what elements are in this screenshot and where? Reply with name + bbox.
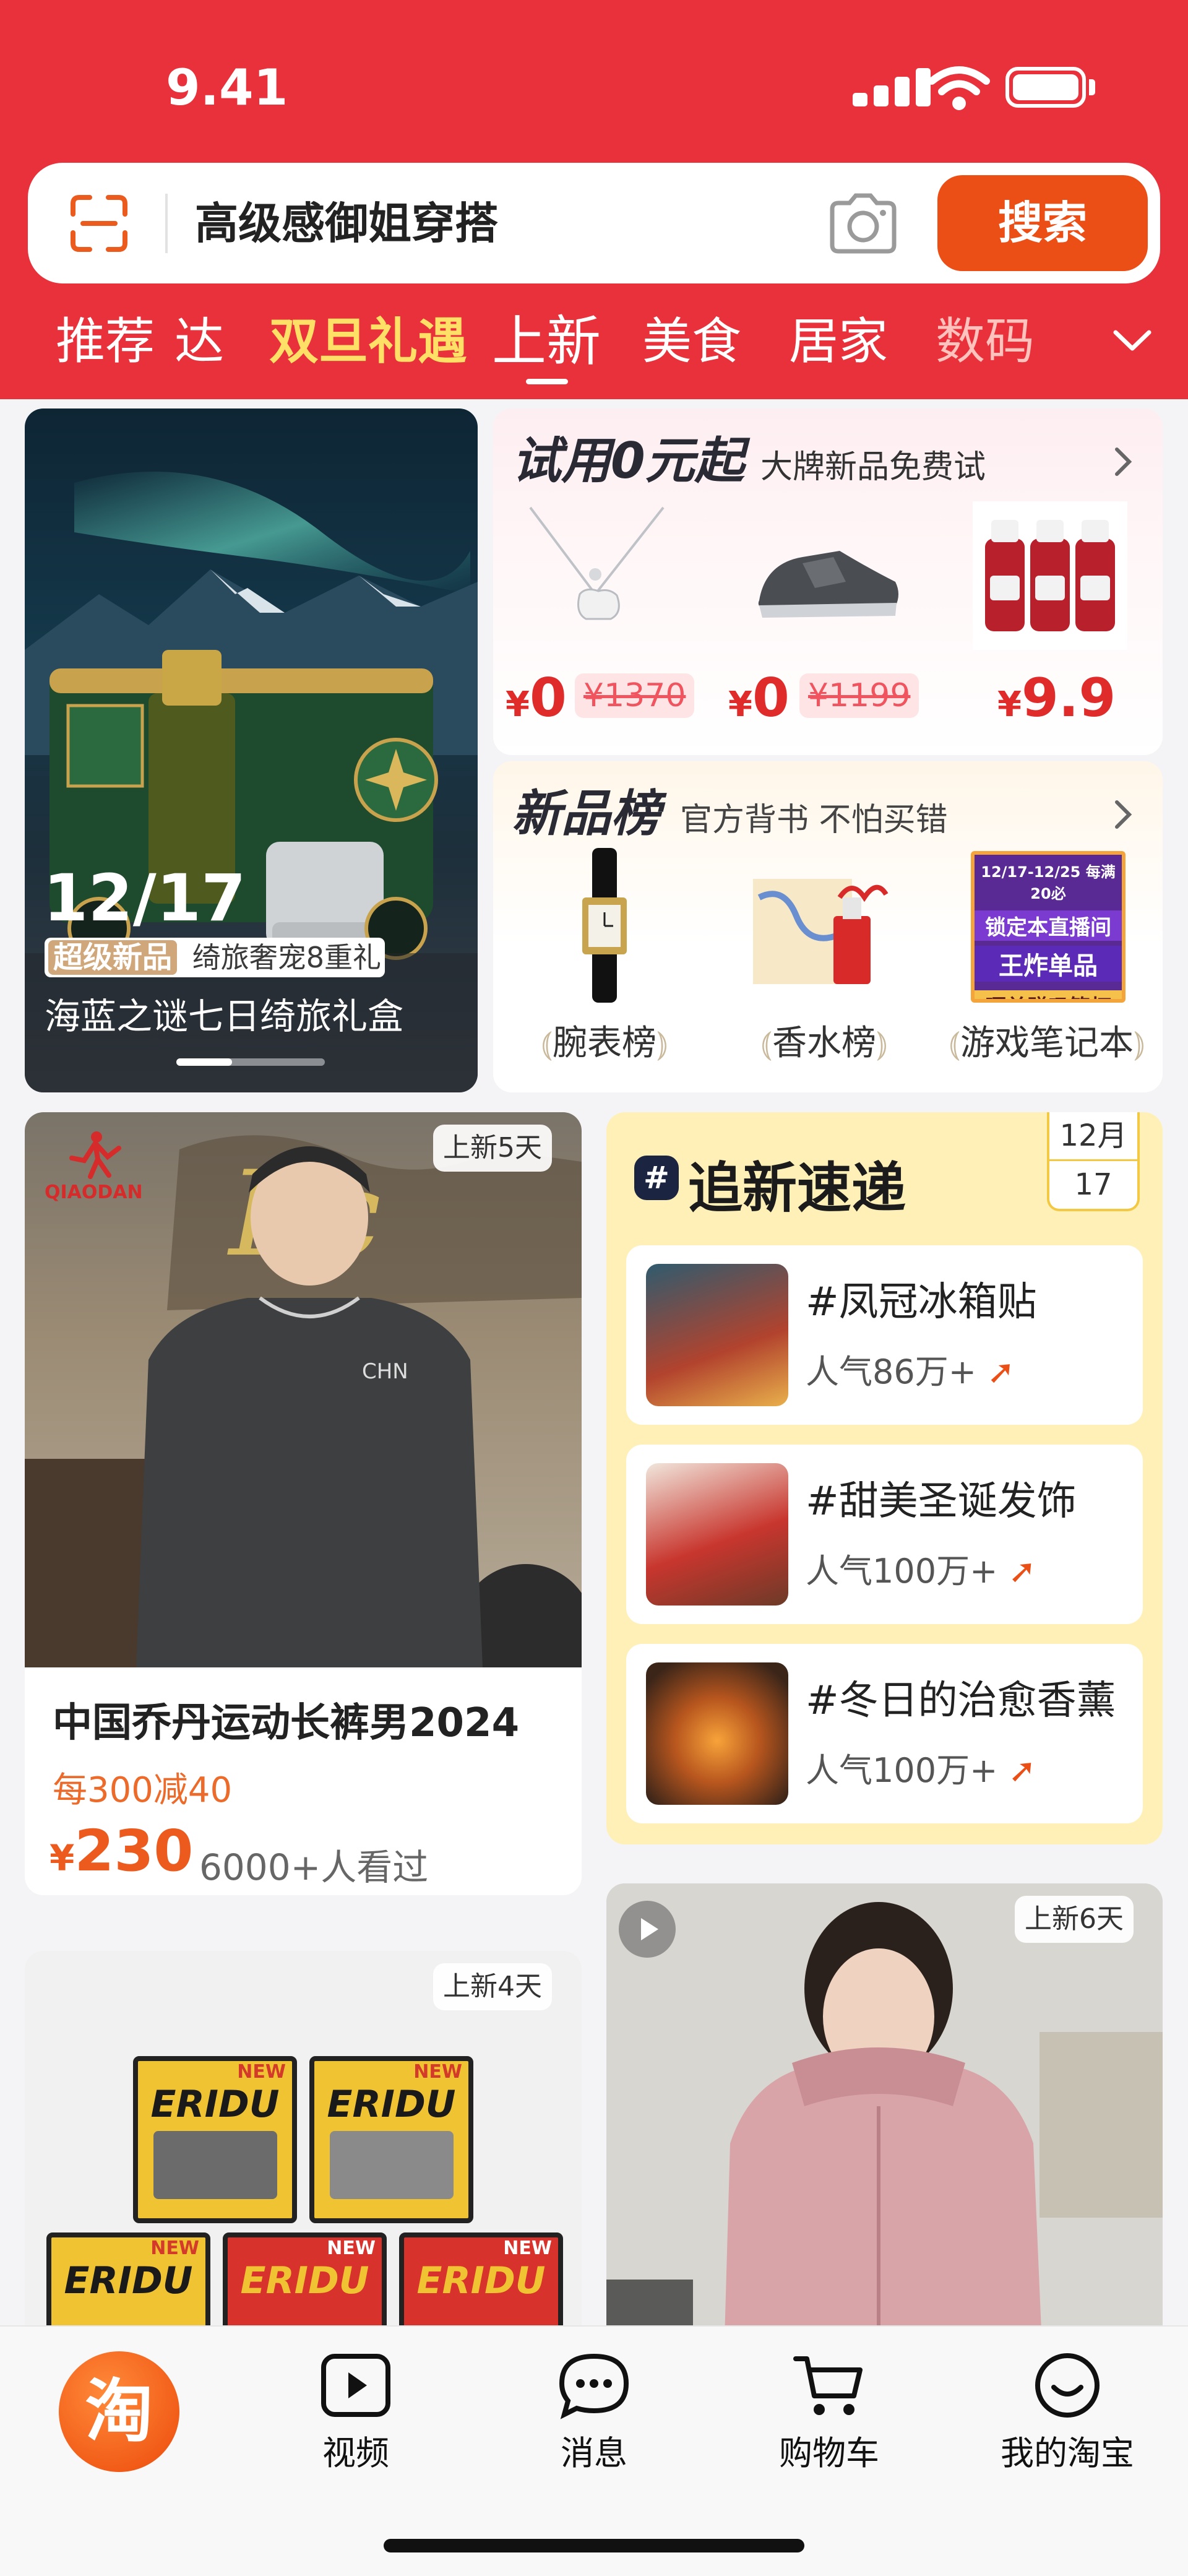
trial-title: 试用0元起 <box>512 432 744 490</box>
battery-tip <box>1089 79 1095 95</box>
christmas-hairpin-image <box>646 1463 788 1606</box>
fridge-magnet-image <box>646 1264 788 1406</box>
nav-video[interactable]: 视频 <box>291 2351 421 2474</box>
trial-price-3: ¥9.9 <box>997 667 1116 729</box>
fresh-item[interactable]: #甜美圣诞发饰 人气100万+ ➚ <box>626 1445 1143 1624</box>
fresh-item[interactable]: #凤冠冰箱贴 人气86万+ ➚ <box>626 1245 1143 1425</box>
ranking-title: 新品榜 <box>512 785 660 842</box>
svg-text:CHN: CHN <box>362 1359 408 1384</box>
necklace-image <box>529 506 665 620</box>
tab-da[interactable]: 达 <box>174 308 224 376</box>
banner-carousel[interactable]: 12/17 超级新品 绮旅奢宠8重礼 海蓝之谜七日绮旅礼盒 <box>25 408 478 1092</box>
trial-card[interactable]: 试用0元起 大牌新品免费试 ¥0 ¥1370 ¥0 ¥1199 ¥9.9 <box>493 408 1163 755</box>
camera-icon[interactable] <box>826 191 900 256</box>
play-icon[interactable] <box>619 1901 676 1958</box>
product-card-qiaodan[interactable]: Bc CHN QIAODAN 上新5天 中国乔丹运动长裤男2024 每300减4… <box>25 1112 582 1895</box>
nav-message[interactable]: 消息 <box>529 2351 659 2474</box>
nav-video-label: 视频 <box>322 2434 389 2473</box>
tab-digital[interactable]: 数码 <box>936 308 1035 376</box>
rank-perfume-label[interactable]: ⦅香水榜⦆ <box>750 1015 898 1065</box>
nav-cart-label: 购物车 <box>779 2434 879 2473</box>
home-icon[interactable]: 淘 <box>59 2351 179 2472</box>
product-price: ¥230 <box>50 1818 194 1884</box>
tab-food[interactable]: 美食 <box>642 308 741 376</box>
nav-mine[interactable]: 我的淘宝 <box>990 2351 1145 2474</box>
new-days-badge: 上新6天 <box>1015 1896 1134 1943</box>
cart-icon <box>793 2356 863 2415</box>
product-promo: 每300减40 <box>53 1770 233 1810</box>
carousel-indicator <box>176 1058 325 1066</box>
trial-subtitle: 大牌新品免费试 <box>760 449 986 486</box>
ranking-card[interactable]: 新品榜 官方背书 不怕买错 12/17-12/25 每满20必 锁定本直播间 王… <box>493 761 1163 1092</box>
taobao-home-screen: 9.41 高级感御姐穿搭 搜索 推荐 达 双旦礼遇 上新 美食 居家 数码 12… <box>0 0 1188 2576</box>
header: 9.41 高级感御姐穿搭 搜索 推荐 达 双旦礼遇 上新 美食 居家 数码 <box>0 0 1188 399</box>
trial-original-price-1: ¥1370 <box>575 673 695 718</box>
tab-home[interactable]: 居家 <box>789 308 888 376</box>
fresh-item-name: #冬日的治愈香薰 <box>806 1678 1116 1724</box>
product-views: 6000+人看过 <box>199 1846 429 1888</box>
chevron-right-icon[interactable] <box>1111 797 1135 832</box>
message-icon <box>559 2353 629 2419</box>
banner-tag-label: 超级新品 <box>48 940 178 975</box>
wifi-icon <box>928 66 990 110</box>
tab-new-arrivals[interactable]: 上新 <box>492 308 601 376</box>
rank-watch-label[interactable]: ⦅腕表榜⦆ <box>530 1015 679 1065</box>
trial-original-price-2: ¥1199 <box>799 673 919 718</box>
nav-message-label: 消息 <box>561 2434 627 2473</box>
search-bar[interactable]: 高级感御姐穿搭 搜索 <box>28 163 1160 283</box>
fresh-item-hot: 人气100万+ ➚ <box>806 1751 1036 1790</box>
fresh-item-hot: 人气86万+ ➚ <box>806 1352 1015 1391</box>
banner-tag-desc: 绮旅奢宠8重礼 <box>192 941 382 974</box>
fresh-title: 追新速递 <box>688 1156 906 1220</box>
status-time: 9.41 <box>166 59 288 116</box>
new-days-badge: 上新4天 <box>433 1963 552 2010</box>
search-button[interactable]: 搜索 <box>937 175 1148 271</box>
tab-holiday-gifts[interactable]: 双旦礼遇 <box>269 308 467 376</box>
rank-laptop-label[interactable]: ⦅游戏笔记本⦆ <box>936 1015 1158 1065</box>
nav-mine-label: 我的淘宝 <box>1001 2434 1134 2473</box>
search-divider <box>165 194 168 253</box>
product-title: 中国乔丹运动长裤男2024 <box>53 1700 520 1746</box>
tab-recommend[interactable]: 推荐 <box>56 308 155 376</box>
date-badge: 12月 17 <box>1047 1112 1140 1211</box>
trial-price-1: ¥0 <box>506 667 567 729</box>
home-indicator <box>384 2539 804 2552</box>
fresh-item-name: #甜美圣诞发饰 <box>806 1479 1077 1524</box>
juice-bottles-image <box>973 501 1127 650</box>
new-days-badge: 上新5天 <box>433 1125 552 1172</box>
search-input[interactable]: 高级感御姐穿搭 <box>195 197 498 250</box>
bottom-nav: 淘 视频 消息 购物车 我的淘宝 <box>0 2325 1188 2576</box>
trial-price-2: ¥0 <box>728 667 790 729</box>
watch-image <box>582 848 627 1003</box>
sneaker-image <box>758 551 898 618</box>
banner-tag: 超级新品 绮旅奢宠8重礼 <box>45 938 385 977</box>
gaming-laptop-poster: 12/17-12/25 每满20必 锁定本直播间 王炸单品 晒单赠吸管杯 <box>971 851 1126 1003</box>
perfume-gift-image <box>753 879 889 984</box>
banner-title: 海蓝之谜七日绮旅礼盒 <box>45 995 404 1037</box>
chevron-down-icon[interactable] <box>1111 325 1154 356</box>
banner-date: 12/17 <box>43 860 246 936</box>
fresh-delivery-card[interactable]: # 追新速递 12月 17 #凤冠冰箱贴 人气86万+ ➚ #甜美圣诞发饰 人气… <box>606 1112 1163 1844</box>
active-tab-indicator <box>526 379 568 384</box>
fresh-item-name: #凤冠冰箱贴 <box>806 1279 1037 1325</box>
scan-icon[interactable] <box>68 192 130 254</box>
nav-cart[interactable]: 购物车 <box>764 2351 894 2474</box>
video-icon <box>321 2354 390 2417</box>
fresh-item[interactable]: #冬日的治愈香薰 人气100万+ ➚ <box>626 1644 1143 1823</box>
profile-icon <box>1035 2353 1100 2418</box>
chevron-right-icon[interactable] <box>1111 444 1135 479</box>
hashtag-icon: # <box>634 1156 679 1200</box>
fresh-item-hot: 人气100万+ ➚ <box>806 1552 1036 1591</box>
aroma-candle-image <box>646 1662 788 1805</box>
qiaodan-logo: QIAODAN <box>45 1130 143 1203</box>
battery-icon <box>1005 67 1086 108</box>
ranking-subtitle: 官方背书 不怕买错 <box>680 802 948 839</box>
